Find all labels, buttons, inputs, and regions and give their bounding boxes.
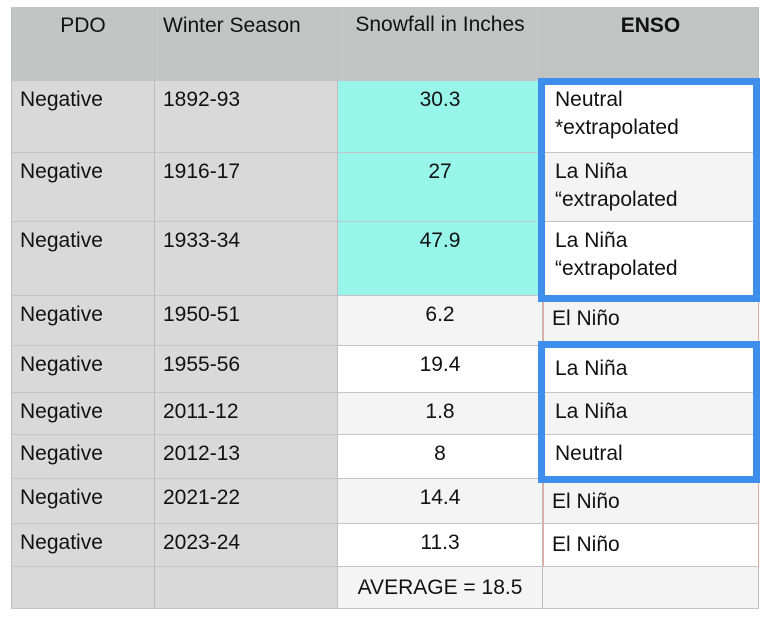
- table-row: Negative 2011-12 1.8 La Niña: [11, 393, 759, 435]
- season-cell[interactable]: 1892-93: [155, 81, 338, 153]
- enso-cell[interactable]: [543, 567, 759, 609]
- snowfall-cell[interactable]: 8: [338, 435, 543, 479]
- snowfall-cell[interactable]: 14.4: [338, 479, 543, 524]
- pdo-cell[interactable]: Negative: [11, 222, 155, 296]
- snowfall-cell[interactable]: 27: [338, 153, 543, 222]
- season-cell[interactable]: 1933-34: [155, 222, 338, 296]
- season-cell[interactable]: 1950-51: [155, 296, 338, 346]
- snowfall-cell[interactable]: 47.9: [338, 222, 543, 296]
- enso-cell[interactable]: La Niña “extrapolated: [543, 222, 759, 296]
- table-row: Negative 1892-93 30.3 Neutral *extrapolat…: [11, 81, 759, 153]
- season-cell[interactable]: 2011-12: [155, 393, 338, 435]
- enso-cell[interactable]: La Niña “extrapolated: [543, 153, 759, 222]
- season-cell[interactable]: 1955-56: [155, 346, 338, 393]
- header-winter-season[interactable]: Winter Season: [155, 7, 338, 81]
- snowfall-cell[interactable]: 11.3: [338, 524, 543, 567]
- enso-cell[interactable]: La Niña: [543, 393, 759, 435]
- pdo-cell[interactable]: Negative: [11, 524, 155, 567]
- season-cell[interactable]: 2021-22: [155, 479, 338, 524]
- snowfall-cell[interactable]: 30.3: [338, 81, 543, 153]
- average-cell[interactable]: AVERAGE = 18.5: [338, 567, 543, 609]
- header-enso[interactable]: ENSO: [543, 7, 759, 81]
- pdo-cell[interactable]: Negative: [11, 479, 155, 524]
- pdo-cell[interactable]: Negative: [11, 153, 155, 222]
- enso-cell[interactable]: El Niño: [543, 479, 759, 524]
- table-row: Negative 1955-56 19.4 La Niña: [11, 346, 759, 393]
- pdo-cell[interactable]: Negative: [11, 435, 155, 479]
- enso-cell[interactable]: El Niño: [543, 524, 759, 567]
- season-cell[interactable]: 2012-13: [155, 435, 338, 479]
- season-cell[interactable]: [155, 567, 338, 609]
- table-row: Negative 1950-51 6.2 El Niño: [11, 296, 759, 346]
- pdo-cell[interactable]: Negative: [11, 296, 155, 346]
- enso-cell[interactable]: La Niña: [543, 346, 759, 393]
- table-row: Negative 2012-13 8 Neutral: [11, 435, 759, 479]
- enso-cell[interactable]: Neutral: [543, 435, 759, 479]
- snowfall-cell[interactable]: 1.8: [338, 393, 543, 435]
- table-row: Negative 2023-24 11.3 El Niño: [11, 524, 759, 567]
- pdo-cell[interactable]: Negative: [11, 346, 155, 393]
- table-row: Negative 1933-34 47.9 La Niña “extrapolat…: [11, 222, 759, 296]
- header-pdo[interactable]: PDO: [11, 7, 155, 81]
- season-cell[interactable]: 1916-17: [155, 153, 338, 222]
- footer-row: AVERAGE = 18.5: [11, 567, 759, 609]
- enso-cell[interactable]: Neutral *extrapolated: [543, 81, 759, 153]
- enso-cell[interactable]: El Niño: [543, 296, 759, 346]
- table-row: Negative 1916-17 27 La Niña “extrapolated: [11, 153, 759, 222]
- pdo-cell[interactable]: Negative: [11, 393, 155, 435]
- season-cell[interactable]: 2023-24: [155, 524, 338, 567]
- header-row: PDO Winter Season Snowfall in Inches ENS…: [11, 7, 759, 81]
- table-row: Negative 2021-22 14.4 El Niño: [11, 479, 759, 524]
- snowfall-cell[interactable]: 6.2: [338, 296, 543, 346]
- header-snowfall[interactable]: Snowfall in Inches: [338, 7, 543, 81]
- snowfall-cell[interactable]: 19.4: [338, 346, 543, 393]
- pdo-cell[interactable]: [11, 567, 155, 609]
- pdo-cell[interactable]: Negative: [11, 81, 155, 153]
